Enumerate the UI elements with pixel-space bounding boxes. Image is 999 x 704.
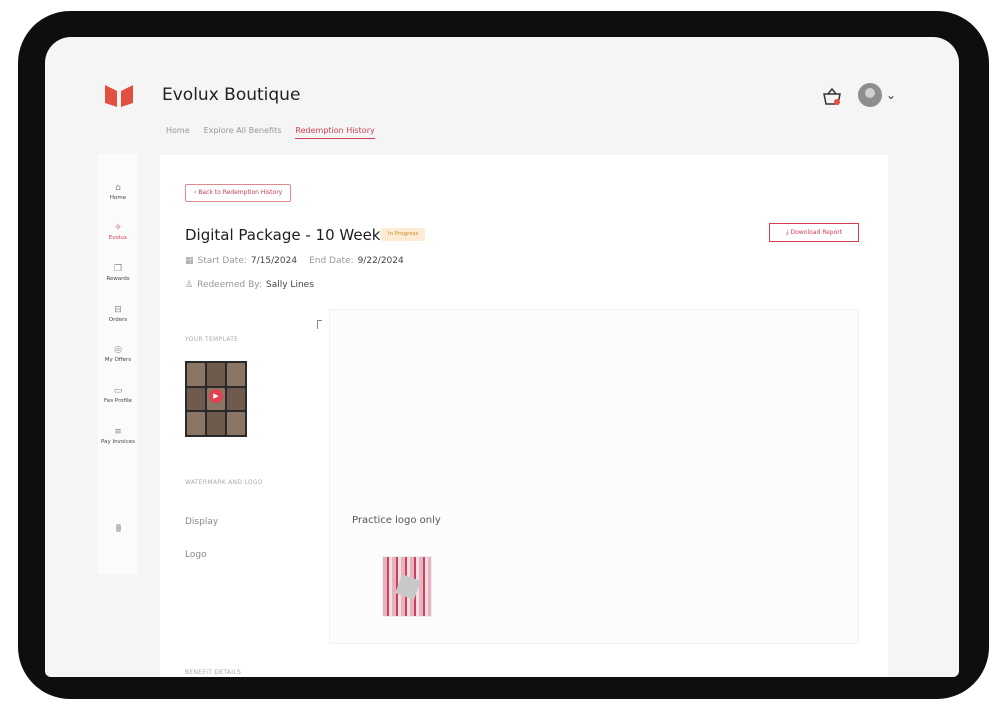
person-icon: ♙ [185, 280, 194, 290]
branding-heading: WATERMARK AND LOGO [185, 479, 263, 486]
top-nav: Home Explore All Benefits Redemption His… [166, 126, 375, 139]
logo-label: Logo [185, 550, 207, 560]
display-label: Display [185, 517, 219, 527]
brand-logo-icon [105, 85, 133, 107]
nav-explore-benefits[interactable]: Explore All Benefits [204, 126, 282, 139]
back-to-history-button[interactable]: ‹ Back to Redemption History [185, 184, 292, 202]
user-avatar-icon[interactable] [858, 83, 882, 107]
sidebar-item-label: Rewards [106, 276, 130, 283]
thumbnail-cell [227, 387, 245, 411]
end-date-value: 9/22/2024 [357, 256, 404, 266]
thumbnail-cell [187, 387, 205, 411]
brand-name: Evolux Boutique [162, 85, 301, 105]
download-button-label: Download Report [790, 229, 843, 236]
start-date-label: Start Date: [197, 256, 247, 266]
play-icon[interactable]: ▶ [209, 389, 223, 403]
redeemed-by-label: Redeemed By: [197, 280, 263, 290]
sidebar-item-label: Evolux [108, 235, 128, 242]
profile-icon: ▭ [113, 386, 123, 396]
calendar-icon: ▦ [185, 256, 194, 266]
sidebar-item-evolux[interactable]: ✧ Evolux [98, 223, 138, 242]
lock-icon [116, 524, 121, 532]
thumbnail-cell [207, 363, 225, 386]
thumbnail-cell [227, 412, 245, 435]
shopping-basket-icon[interactable] [821, 87, 843, 107]
redeemed-by-value: Sally Lines [266, 280, 314, 290]
status-badge: In Progress [381, 228, 426, 241]
sidebar-item-label: Pay Invoices [101, 439, 135, 446]
sidebar-item-label: Home [109, 195, 127, 202]
benefit-details-heading: BENEFIT DETAILS [185, 669, 242, 676]
sidebar-item-label: Fes Profile [104, 398, 132, 405]
date-range: ▦ Start Date: 7/15/2024 End Date: 9/22/2… [185, 256, 412, 266]
sidebar-item-rewards[interactable]: ❒ Rewards [98, 264, 138, 283]
template-heading: YOUR TEMPLATE [185, 336, 239, 343]
invoice-icon: ≡ [114, 427, 122, 437]
sidebar-item-label: My Offers [104, 357, 132, 364]
sidebar-item-fes-profile[interactable]: ▭ Fes Profile [98, 386, 138, 405]
redeemed-by: ♙ Redeemed By: Sally Lines [185, 280, 314, 290]
thumbnail-cell [227, 363, 245, 386]
thumbnail-cell [187, 363, 205, 386]
end-date-label: End Date: [309, 256, 354, 266]
gift-icon: ❒ [113, 264, 123, 274]
nav-redemption-history[interactable]: Redemption History [295, 126, 375, 139]
thumbnail-cell [187, 412, 205, 435]
app-screen: Evolux Boutique Home Explore All Benefit… [45, 37, 959, 677]
bag-icon: ⊟ [114, 305, 122, 315]
practice-logo-image [382, 556, 432, 617]
sidebar-item-orders[interactable]: ⊟ Orders [98, 305, 138, 324]
page-title: Digital Package - 10 Weeks [185, 226, 389, 244]
mouse-cursor-icon [317, 320, 322, 329]
sparkle-icon: ✧ [114, 223, 122, 233]
sidebar: ⌂ Home ✧ Evolux ❒ Rewards ⊟ Orders ◎ My … [98, 154, 138, 574]
nav-home[interactable]: Home [166, 126, 190, 139]
tag-icon: ◎ [114, 345, 122, 355]
start-date-value: 7/15/2024 [250, 256, 298, 266]
sidebar-item-home[interactable]: ⌂ Home [98, 183, 138, 202]
chevron-down-icon[interactable]: ⌄ [886, 88, 896, 102]
sidebar-item-label: Orders [108, 317, 128, 324]
back-button-label: Back to Redemption History [198, 189, 283, 196]
display-value: Practice logo only [352, 515, 441, 526]
sidebar-item-pay-invoices[interactable]: ≡ Pay Invoices [98, 427, 138, 446]
download-report-button[interactable]: ⤓ Download Report [769, 223, 859, 242]
sidebar-item-my-offers[interactable]: ◎ My Offers [98, 345, 138, 364]
home-icon: ⌂ [115, 183, 121, 193]
thumbnail-cell [207, 412, 225, 435]
